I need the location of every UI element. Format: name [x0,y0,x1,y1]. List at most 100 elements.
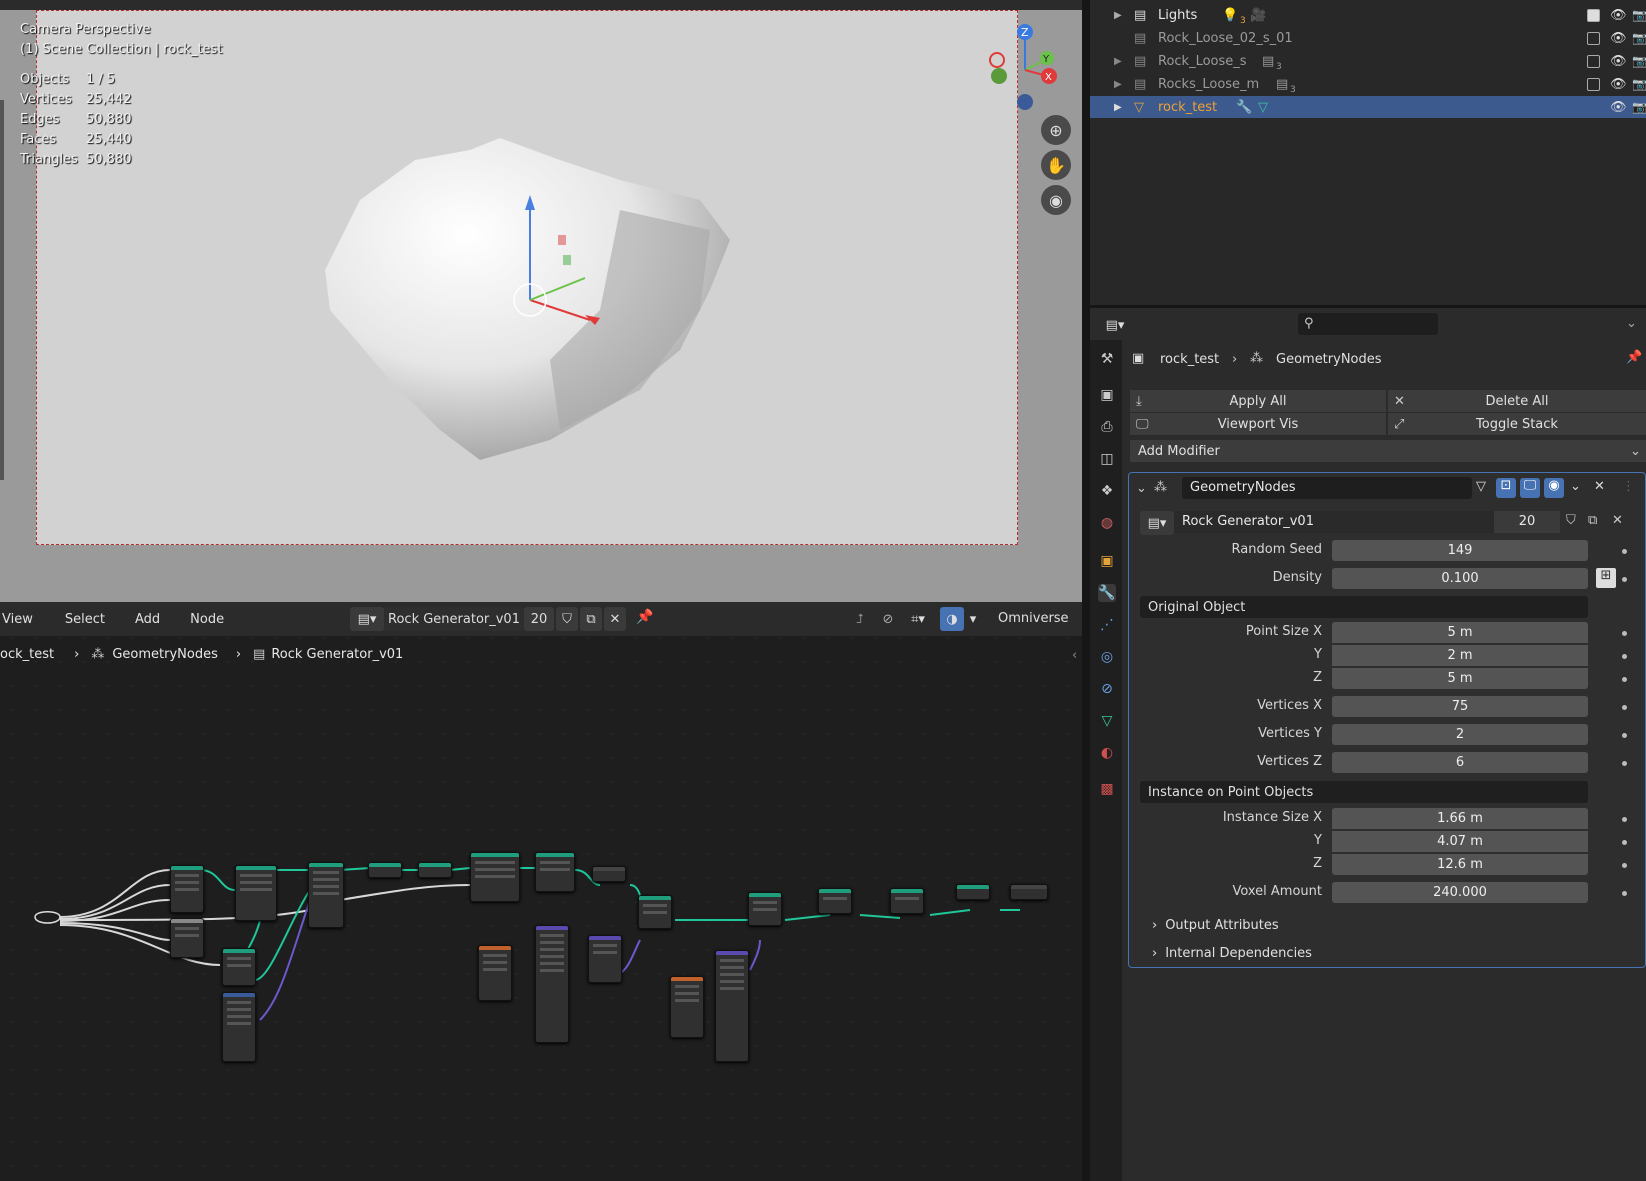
outliner[interactable]: ▶ ▤ Lights 💡 3 🎥 👁 📷 ▤ Rock_Loose_02_s_0… [1090,0,1646,305]
chevron-down-icon[interactable]: ⌄ [1570,479,1581,494]
graph-node[interactable] [368,862,402,878]
object-tab-icon[interactable]: ▣ [1098,552,1116,570]
3d-viewport[interactable]: Camera Perspective (1) Scene Collection … [0,0,1088,602]
node-group-type-dropdown[interactable]: ▤▾ [1140,511,1174,535]
editor-type-dropdown[interactable]: ▤▾ [1098,313,1132,337]
visibility-eye-icon[interactable]: 👁 [1610,100,1627,115]
parent-tree-icon[interactable]: ⮥ [848,607,872,631]
menu-view[interactable]: View [2,612,33,627]
physics-tab-icon[interactable]: ◎ [1098,648,1116,666]
expand-arrow-icon[interactable]: ▶ [1114,79,1122,90]
graph-node[interactable] [478,945,512,1001]
keyframe-dot-icon[interactable] [1622,840,1627,845]
outliner-label[interactable]: Rock_Loose_s [1158,54,1247,69]
output-tab-icon[interactable]: ⎙ [1098,418,1116,436]
pan-hand-icon[interactable]: ✋ [1041,150,1071,180]
graph-node[interactable] [818,888,852,914]
data-tab-icon[interactable]: ▽ [1098,712,1116,730]
expand-arrow-icon[interactable]: ▶ [1114,10,1122,21]
drag-handle-icon[interactable]: ⋮ [1622,479,1635,494]
node-tree-type-dropdown[interactable]: ▤▾ [350,607,384,631]
graph-node[interactable] [535,925,569,1043]
voxel-amount-field[interactable]: 240.000 [1332,882,1588,903]
unlink-close-icon[interactable]: ✕ [604,607,626,631]
node-tree-name[interactable]: Rock Generator_v01 [384,607,524,631]
duplicate-icon[interactable]: ⧉ [1588,513,1597,528]
exclude-checkbox[interactable] [1587,54,1600,68]
cage-icon[interactable]: ⊡ [1496,478,1516,498]
omniverse-menu[interactable]: Omniverse [998,611,1069,626]
outliner-row-lights[interactable]: ▶ ▤ Lights 💡 3 🎥 👁 📷 [1090,4,1646,27]
keyframe-dot-icon[interactable] [1622,863,1627,868]
fake-user-shield-icon[interactable]: ⛉ [556,607,578,631]
instance-size-x-field[interactable]: 1.66 m [1332,808,1588,829]
outliner-label[interactable]: Rocks_Loose_m [1158,77,1259,92]
graph-node[interactable] [470,852,520,902]
graph-node[interactable] [592,866,626,882]
graph-node[interactable] [890,888,924,914]
options-chevron-icon[interactable]: ⌄ [1626,316,1637,331]
vertices-x-field[interactable]: 75 [1332,696,1588,717]
node-group-name[interactable]: Rock Generator_v01 [1174,511,1494,533]
graph-node[interactable] [748,892,782,926]
modifier-name-input[interactable]: GeometryNodes [1182,477,1472,499]
random-seed-field[interactable]: 149 [1332,540,1588,561]
sidebar-toggle-chevron-icon[interactable]: ‹ [1072,648,1077,663]
outliner-row-rock-loose-02[interactable]: ▤ Rock_Loose_02_s_01 👁 📷 [1090,27,1646,49]
particles-tab-icon[interactable]: ⋰ [1098,616,1116,634]
node-tree-users[interactable]: 20 [524,607,554,631]
instance-size-y-field[interactable]: 4.07 m [1332,831,1588,852]
exclude-checkbox[interactable] [1587,31,1600,45]
keyframe-dot-icon[interactable] [1622,817,1627,822]
pin-icon[interactable]: 📌 [636,609,653,625]
mesh-data-icon[interactable]: ▽ [1258,100,1268,115]
close-icon[interactable]: ✕ [1612,513,1623,528]
render-camera-icon[interactable]: 📷 [1632,77,1646,91]
keyframe-dot-icon[interactable] [1622,549,1627,554]
navigation-axis-gizmo[interactable]: Z Y X [985,20,1065,120]
keyframe-dot-icon[interactable] [1622,631,1627,636]
graph-node[interactable] [638,895,672,929]
transform-gizmo[interactable] [470,190,620,340]
menu-select[interactable]: Select [65,612,105,627]
render-camera-icon[interactable]: 📷 [1632,8,1646,22]
outliner-label[interactable]: rock_test [1158,100,1217,115]
delete-all-button[interactable]: ✕ Delete All [1388,390,1646,412]
render-tab-icon[interactable]: ▣ [1098,386,1116,404]
graph-node[interactable] [170,918,204,958]
vertices-y-field[interactable]: 2 [1332,724,1588,745]
toggle-stack-button[interactable]: ⤢ Toggle Stack [1388,413,1646,435]
point-size-x-field[interactable]: 5 m [1332,622,1588,643]
graph-node[interactable] [222,948,256,986]
expand-arrow-icon[interactable]: ▶ [1114,56,1122,67]
exclude-checkbox[interactable] [1587,8,1600,22]
outliner-row-rocks-loose-m[interactable]: ▶ ▤ Rocks_Loose_m ▤ 3 👁 📷 [1090,73,1646,96]
render-camera-icon[interactable]: 📷 [1632,54,1646,68]
collapse-chevron-icon[interactable]: ⌄ [1136,481,1147,496]
realtime-monitor-icon[interactable]: 🖵 [1520,478,1540,498]
exclude-checkbox[interactable] [1587,77,1600,91]
expand-arrow-icon[interactable]: ▶ [1114,102,1122,113]
visibility-eye-icon[interactable]: 👁 [1610,54,1627,69]
render-camera-icon[interactable]: ◉ [1544,478,1564,498]
duplicate-icon[interactable]: ⧉ [580,607,602,631]
point-size-z-field[interactable]: 5 m [1332,668,1588,689]
visibility-eye-icon[interactable]: 👁 [1610,31,1627,46]
area-divider[interactable] [1082,0,1090,1181]
pin-icon[interactable]: 📌 [1626,350,1642,365]
density-field[interactable]: 0.100 [1332,568,1588,589]
output-attributes-subpanel[interactable]: › Output Attributes [1152,918,1279,933]
tool-tab-icon[interactable]: ⚒ [1098,350,1116,368]
overlay-toggle-icon[interactable]: ◑ [940,607,964,631]
graph-node[interactable] [670,976,704,1038]
graph-node[interactable] [715,950,749,1062]
keyframe-dot-icon[interactable] [1622,733,1627,738]
modifier-wrench-icon[interactable]: 🔧 [1236,100,1252,115]
overlay-dropdown-chevron-icon[interactable]: ▾ [964,607,982,631]
vertices-z-field[interactable]: 6 [1332,752,1588,773]
view-layer-tab-icon[interactable]: ◫ [1098,450,1116,468]
properties-search-input[interactable]: ⚲ [1298,313,1438,335]
keyframe-dot-icon[interactable] [1622,677,1627,682]
constraints-tab-icon[interactable]: ⊘ [1098,680,1116,698]
snapping-grid-dropdown[interactable]: ⌗▾ [902,607,934,631]
